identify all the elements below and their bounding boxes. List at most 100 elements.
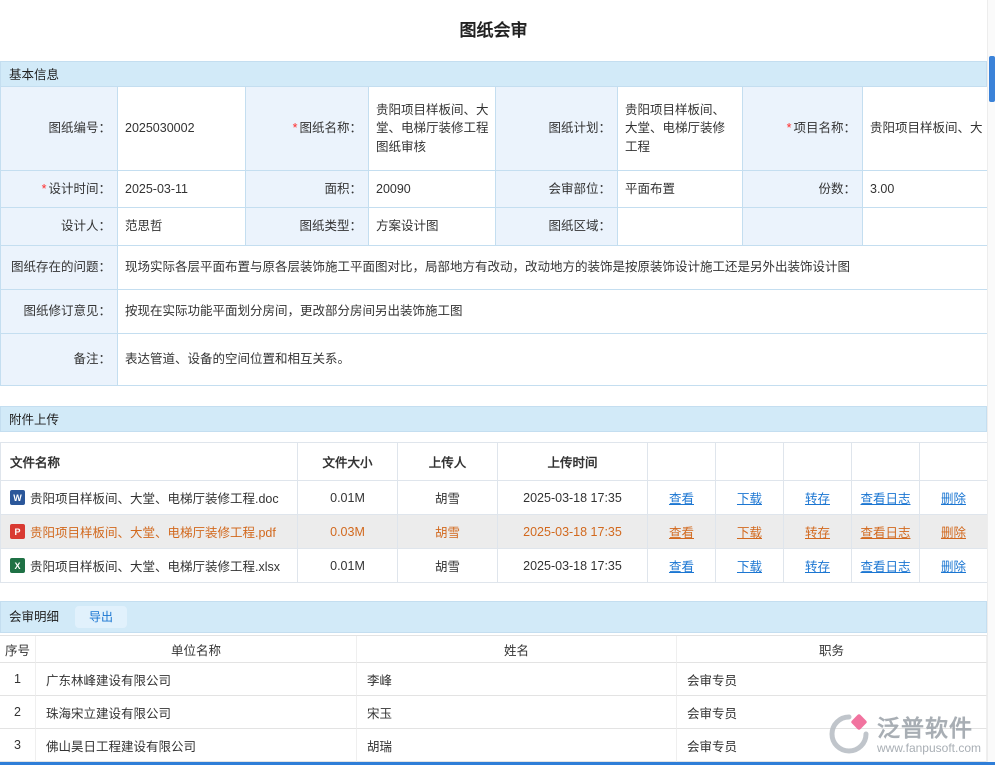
file-size: 0.01M — [298, 549, 398, 583]
label-empty — [743, 208, 863, 246]
review-no: 3 — [0, 729, 36, 762]
download-link[interactable]: 下载 — [737, 556, 762, 575]
value-designer: 范思哲 — [118, 208, 246, 246]
file-size: 0.01M — [298, 481, 398, 515]
col-file-name: 文件名称 — [1, 443, 298, 481]
value-revision: 按现在实际功能平面划分房间，更改部分房间另出装饰施工图 — [118, 290, 988, 334]
col-serial: 序号 — [0, 636, 36, 663]
delete-link[interactable]: 删除 — [941, 522, 966, 541]
file-size: 0.03M — [298, 515, 398, 549]
delete-link[interactable]: 删除 — [941, 556, 966, 575]
value-drawing-name: 贵阳项目样板间、大堂、电梯厅装修工程图纸审核 — [369, 87, 496, 171]
value-problems: 现场实际各层平面布置与原各层装饰施工平面图对比，局部地方有改动，改动地方的装饰是… — [118, 246, 988, 290]
required-marker: * — [293, 119, 298, 137]
view-link[interactable]: 查看 — [669, 488, 694, 507]
review-company: 珠海宋立建设有限公司 — [36, 696, 357, 729]
word-file-icon: W — [10, 490, 25, 505]
col-title: 职务 — [677, 636, 987, 663]
review-person: 胡瑞 — [357, 729, 677, 762]
file-uploader: 胡雪 — [398, 481, 498, 515]
transfer-link[interactable]: 转存 — [805, 488, 830, 507]
view-link[interactable]: 查看 — [669, 556, 694, 575]
view-log-link[interactable]: 查看日志 — [860, 522, 910, 541]
view-log-link[interactable]: 查看日志 — [860, 556, 910, 575]
download-link[interactable]: 下载 — [737, 522, 762, 541]
col-upload-time: 上传时间 — [498, 443, 648, 481]
value-review-part: 平面布置 — [618, 171, 743, 208]
review-section-header: 会审明细 导出 — [0, 601, 987, 633]
value-project-name: 贵阳项目样板间、大 — [863, 87, 988, 171]
pdf-file-icon: P — [10, 524, 25, 539]
col-uploader: 上传人 — [398, 443, 498, 481]
basic-info-section-title: 基本信息 — [9, 68, 59, 82]
review-section-title: 会审明细 — [9, 601, 59, 633]
attachments-table: 文件名称 文件大小 上传人 上传时间 W 贵阳项目样板间、大堂、电梯厅装修工程.… — [0, 442, 987, 583]
watermark-brand: 泛普软件 — [877, 715, 981, 741]
attachments-section-header: 附件上传 — [0, 406, 987, 432]
review-no: 2 — [0, 696, 36, 729]
col-action-transfer — [784, 443, 852, 481]
excel-file-icon: X — [10, 558, 25, 573]
value-copies: 3.00 — [863, 171, 988, 208]
value-drawing-plan: 贵阳项目样板间、大堂、电梯厅装修工程 — [618, 87, 743, 171]
col-action-view — [648, 443, 716, 481]
label-designer: 设计人： — [1, 208, 118, 246]
col-action-delete — [920, 443, 988, 481]
review-person: 李峰 — [357, 663, 677, 696]
label-project-name: *项目名称： — [743, 87, 863, 171]
label-area: 面积： — [246, 171, 369, 208]
label-copies: 份数： — [743, 171, 863, 208]
value-drawing-no: 2025030002 — [118, 87, 246, 171]
basic-info-section-header: 基本信息 — [0, 61, 987, 87]
review-person: 宋玉 — [357, 696, 677, 729]
file-name: 贵阳项目样板间、大堂、电梯厅装修工程.doc — [30, 488, 279, 507]
file-name: 贵阳项目样板间、大堂、电梯厅装修工程.pdf — [30, 522, 276, 541]
delete-link[interactable]: 删除 — [941, 488, 966, 507]
watermark-url: www.fanpusoft.com — [877, 742, 981, 756]
label-drawing-no: 图纸编号： — [1, 87, 118, 171]
required-marker: * — [42, 180, 47, 198]
fanpu-watermark: 泛普软件 www.fanpusoft.com — [827, 712, 981, 759]
scrollbar-thumb[interactable] — [989, 56, 995, 102]
label-review-part: 会审部位： — [496, 171, 618, 208]
export-button[interactable]: 导出 — [75, 606, 127, 628]
label-remark: 备注： — [1, 334, 118, 386]
view-log-link[interactable]: 查看日志 — [860, 488, 910, 507]
col-action-log — [852, 443, 920, 481]
review-company: 佛山昊日工程建设有限公司 — [36, 729, 357, 762]
file-upload-time: 2025-03-18 17:35 — [498, 481, 648, 515]
transfer-link[interactable]: 转存 — [805, 522, 830, 541]
value-drawing-type: 方案设计图 — [369, 208, 496, 246]
review-title: 会审专员 — [677, 663, 987, 696]
page-title: 图纸会审 — [0, 0, 987, 61]
fanpu-logo-icon — [827, 712, 871, 759]
label-revision: 图纸修订意见： — [1, 290, 118, 334]
file-name-cell[interactable]: X 贵阳项目样板间、大堂、电梯厅装修工程.xlsx — [1, 549, 298, 583]
col-company: 单位名称 — [36, 636, 357, 663]
label-drawing-plan: 图纸计划： — [496, 87, 618, 171]
file-name-cell[interactable]: W 贵阳项目样板间、大堂、电梯厅装修工程.doc — [1, 481, 298, 515]
file-uploader: 胡雪 — [398, 515, 498, 549]
value-empty — [863, 208, 988, 246]
drawing-review-page: 图纸会审 基本信息 图纸编号： 2025030002 *图纸名称： 贵阳项目样板… — [0, 0, 987, 762]
file-upload-time: 2025-03-18 17:35 — [498, 549, 648, 583]
label-problems: 图纸存在的问题： — [1, 246, 118, 290]
download-link[interactable]: 下载 — [737, 488, 762, 507]
label-design-date: *设计时间： — [1, 171, 118, 208]
col-action-download — [716, 443, 784, 481]
transfer-link[interactable]: 转存 — [805, 556, 830, 575]
required-marker: * — [787, 119, 792, 137]
file-name: 贵阳项目样板间、大堂、电梯厅装修工程.xlsx — [30, 556, 280, 575]
vertical-scrollbar[interactable] — [987, 0, 995, 765]
review-no: 1 — [0, 663, 36, 696]
col-person: 姓名 — [357, 636, 677, 663]
view-link[interactable]: 查看 — [669, 522, 694, 541]
col-file-size: 文件大小 — [298, 443, 398, 481]
value-area: 20090 — [369, 171, 496, 208]
file-name-cell[interactable]: P 贵阳项目样板间、大堂、电梯厅装修工程.pdf — [1, 515, 298, 549]
label-drawing-name: *图纸名称： — [246, 87, 369, 171]
basic-info-table: 图纸编号： 2025030002 *图纸名称： 贵阳项目样板间、大堂、电梯厅装修… — [0, 87, 987, 386]
value-remark: 表达管道、设备的空间位置和相互关系。 — [118, 334, 988, 386]
attachments-section-title: 附件上传 — [9, 413, 59, 427]
label-drawing-type: 图纸类型： — [246, 208, 369, 246]
